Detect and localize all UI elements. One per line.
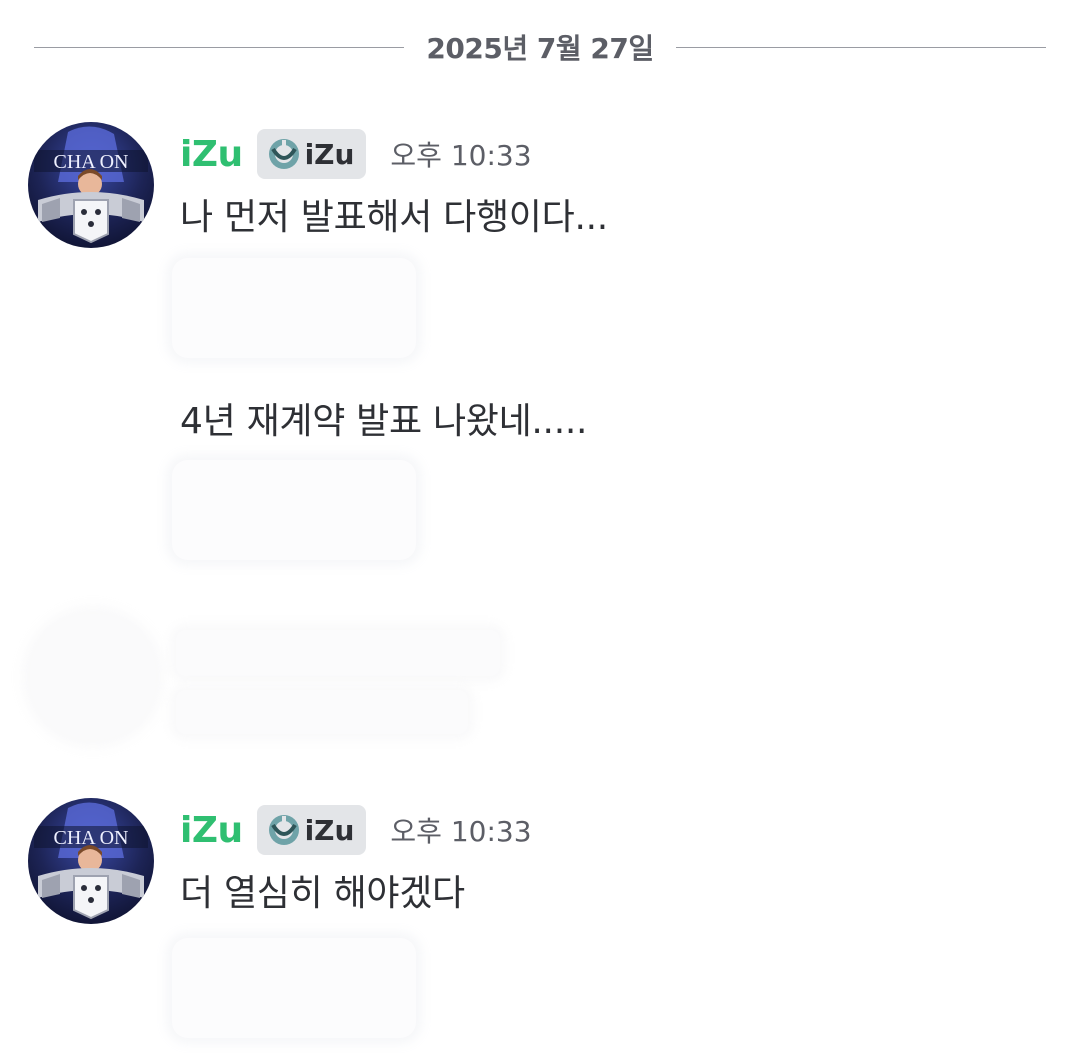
faded-avatar [30, 614, 156, 740]
date-divider-text: 2025년 7월 27일 [426, 32, 654, 65]
timestamp: 오후 10:33 [390, 815, 532, 848]
message-text: 4년 재계약 발표 나왔네..... [180, 401, 588, 442]
guild-tag[interactable]: iZu [256, 129, 367, 179]
profile-avatar-icon: CHA ON [28, 798, 154, 924]
divider-line-left [34, 46, 405, 48]
embed-placeholder[interactable] [172, 938, 416, 1038]
message-text: 나 먼저 발표해서 다행이다... [180, 197, 608, 238]
profile-avatar-icon: CHA ON [28, 122, 154, 248]
avatar[interactable]: CHA ON [28, 122, 154, 248]
avatar[interactable]: CHA ON [28, 798, 154, 924]
message-header: iZu iZu 오후 10:33 [180, 128, 532, 180]
embed-placeholder[interactable] [172, 460, 416, 560]
username[interactable]: iZu [180, 810, 243, 851]
message-text: 더 열심히 해야겠다 [180, 873, 465, 914]
guild-tag-icon [268, 815, 299, 845]
message-header: iZu iZu 오후 10:33 [180, 804, 532, 856]
guild-tag-label: iZu [304, 813, 355, 847]
guild-tag-icon [268, 139, 299, 169]
embed-placeholder[interactable] [172, 258, 416, 358]
date-divider: 2025년 7월 27일 [34, 24, 1046, 70]
faded-message-text [176, 690, 468, 734]
faded-message-header [176, 630, 500, 676]
timestamp: 오후 10:33 [390, 139, 532, 172]
divider-line-right [675, 46, 1046, 48]
guild-tag[interactable]: iZu [256, 805, 367, 855]
username[interactable]: iZu [180, 134, 243, 175]
guild-tag-label: iZu [304, 137, 355, 171]
